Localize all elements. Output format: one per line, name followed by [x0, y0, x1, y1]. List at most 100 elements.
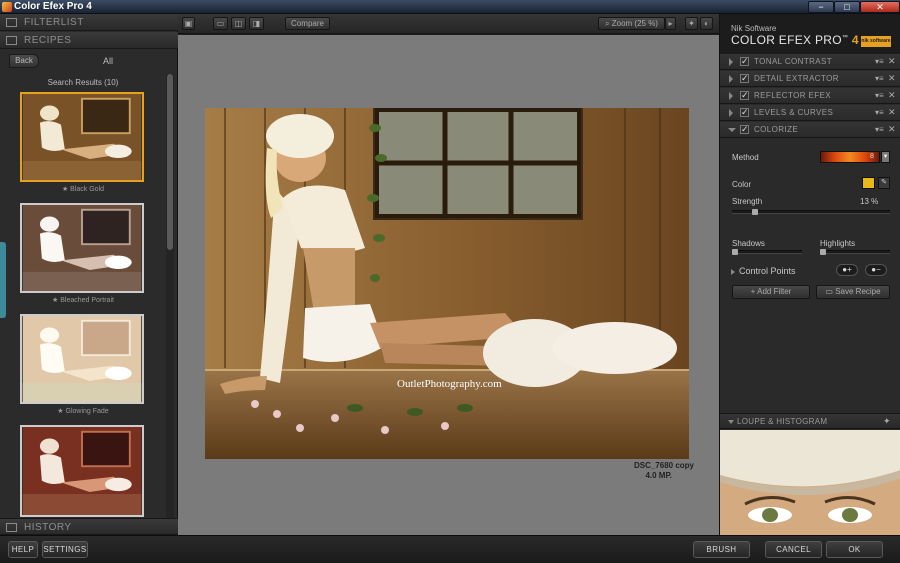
strength-number: 13 — [860, 197, 869, 206]
zoom-dropdown-icon[interactable]: ▸ — [665, 17, 676, 30]
save-recipe-button[interactable]: ▭ Save Recipe — [816, 285, 890, 299]
strength-slider[interactable] — [732, 209, 890, 215]
filter-enable-checkbox[interactable]: ✓ — [740, 108, 749, 117]
help-button[interactable]: HELP — [8, 541, 38, 558]
filter-row-detail-extractor[interactable]: ✓ DETAIL EXTRACTOR ▾≡ ✕ — [720, 71, 900, 87]
compare-button[interactable]: Compare — [285, 17, 330, 30]
collapse-arrow-icon[interactable] — [728, 420, 734, 424]
recipe-thumbnail-black-gold[interactable] — [20, 92, 144, 182]
filter-name: REFLECTOR EFEX — [754, 91, 832, 100]
add-filter-button[interactable]: + Add Filter — [732, 285, 810, 299]
maximize-button[interactable]: □ — [834, 1, 860, 13]
method-value: 8 — [870, 153, 874, 160]
recipes-icon — [6, 36, 17, 45]
recipe-thumbnail-bleached-portrait[interactable] — [20, 203, 144, 293]
remove-filter-icon[interactable]: ✕ — [888, 124, 896, 135]
remove-control-point-button[interactable]: ●− — [865, 264, 887, 276]
recipe-thumbnail-glowing-fade[interactable] — [20, 314, 144, 404]
close-window-button[interactable]: ✕ — [860, 1, 900, 13]
loupe-histogram-header[interactable]: LOUPE & HISTOGRAM ✦ — [720, 413, 900, 429]
minimize-button[interactable]: − — [808, 1, 834, 13]
filter-name: LEVELS & CURVES — [754, 108, 834, 117]
loupe-tool-icon[interactable]: ✦ — [685, 17, 698, 30]
magnifier-icon: ⌕ — [605, 19, 612, 28]
filter-name: TONAL CONTRAST — [754, 57, 833, 66]
filter-row-tonal-contrast[interactable]: ✓ TONAL CONTRAST ▾≡ ✕ — [720, 54, 900, 70]
back-button[interactable]: Back — [9, 54, 39, 68]
right-panel: Nik Software COLOR EFEX PRO™ 4 nik softw… — [719, 14, 900, 535]
shadows-slider[interactable] — [732, 249, 802, 255]
method-label: Method — [732, 153, 759, 162]
photo-scene: OutletPhotography.com — [205, 108, 689, 459]
eyedropper-icon[interactable]: ✎ — [878, 177, 890, 189]
filter-enable-checkbox[interactable]: ✓ — [740, 57, 749, 66]
recipe-preview-image — [22, 94, 142, 180]
filter-menu-icon[interactable]: ▾≡ — [875, 57, 884, 66]
filter-row-colorize[interactable]: ✓ COLORIZE ▾≡ ✕ — [720, 122, 900, 138]
color-swatch[interactable] — [862, 177, 875, 189]
strength-slider-knob[interactable] — [752, 209, 758, 215]
remove-filter-icon[interactable]: ✕ — [888, 73, 896, 84]
remove-filter-icon[interactable]: ✕ — [888, 90, 896, 101]
scrollbar-thumb[interactable] — [167, 74, 173, 250]
save-icon: ▭ — [825, 287, 836, 296]
recipes-header[interactable]: RECIPES — [0, 32, 178, 49]
expand-arrow-icon[interactable] — [729, 75, 733, 83]
pin-icon[interactable]: ✦ — [883, 416, 891, 427]
left-panel: FILTERLIST RECIPES Back All Search Resul… — [0, 14, 178, 535]
remove-filter-icon[interactable]: ✕ — [888, 56, 896, 67]
filter-menu-icon[interactable]: ▾≡ — [875, 74, 884, 83]
recipe-preview-image — [22, 205, 142, 291]
ok-button[interactable]: OK — [826, 541, 883, 558]
filter-enable-checkbox[interactable]: ✓ — [740, 91, 749, 100]
method-dropdown-icon[interactable]: ▼ — [881, 151, 890, 163]
filterlist-header[interactable]: FILTERLIST — [0, 14, 178, 31]
background-color-icon[interactable]: ◐ — [700, 17, 713, 30]
filter-menu-icon[interactable]: ▾≡ — [875, 125, 884, 134]
watermark-text: OutletPhotography.com — [397, 378, 502, 390]
image-canvas[interactable]: OutletPhotography.com DSC_7680 copy 4.0 … — [178, 35, 719, 535]
remove-filter-icon[interactable]: ✕ — [888, 107, 896, 118]
zoom-button[interactable]: ⌕ Zoom (25 %) — [598, 17, 665, 30]
side-by-side-view-icon[interactable]: ◨ — [249, 17, 264, 30]
control-points-label: Control Points — [739, 266, 796, 276]
brand-header: Nik Software COLOR EFEX PRO™ 4 nik softw… — [720, 14, 900, 54]
color-label: Color — [732, 180, 752, 189]
filterlist-icon — [6, 18, 17, 27]
search-results-count: Search Results (10) — [47, 78, 119, 87]
category-label: All — [102, 56, 113, 66]
expand-arrow-icon[interactable] — [729, 58, 733, 66]
filter-row-reflector-efex[interactable]: ✓ REFLECTOR EFEX ▾≡ ✕ — [720, 88, 900, 104]
add-filter-label: Add Filter — [757, 287, 792, 296]
filter-row-levels-curves[interactable]: ✓ LEVELS & CURVES ▾≡ ✕ — [720, 105, 900, 121]
panel-collapse-tab[interactable] — [0, 242, 6, 318]
zoom-label: Zoom (25 %) — [611, 19, 658, 28]
vendor-name: Nik Software — [731, 24, 777, 33]
recipe-thumbnail-4[interactable] — [20, 425, 144, 517]
trademark-mark: ™ — [841, 35, 849, 41]
split-view-icon[interactable]: ◫ — [231, 17, 246, 30]
settings-button[interactable]: SETTINGS — [42, 541, 88, 558]
filter-name: DETAIL EXTRACTOR — [754, 74, 839, 83]
collapse-arrow-icon[interactable] — [728, 128, 736, 132]
history-header[interactable]: HISTORY — [0, 518, 178, 535]
browser-toggle-icon[interactable]: ▣ — [182, 17, 195, 30]
cancel-button[interactable]: CANCEL — [765, 541, 822, 558]
highlights-slider[interactable] — [820, 249, 890, 255]
preview-photo: OutletPhotography.com — [205, 108, 689, 459]
window-title: Color Efex Pro 4 — [14, 1, 92, 12]
control-points-expand-icon[interactable] — [731, 269, 735, 275]
brush-button[interactable]: BRUSH — [693, 541, 750, 558]
shadows-slider-knob[interactable] — [732, 249, 738, 255]
recipes-scrollbar[interactable] — [166, 74, 174, 524]
expand-arrow-icon[interactable] — [729, 109, 733, 117]
filter-menu-icon[interactable]: ▾≡ — [875, 91, 884, 100]
highlights-slider-knob[interactable] — [820, 249, 826, 255]
recipe-name: ★ Glowing Fade — [57, 408, 109, 415]
filter-enable-checkbox[interactable]: ✓ — [740, 125, 749, 134]
expand-arrow-icon[interactable] — [729, 92, 733, 100]
add-control-point-button[interactable]: ●+ — [836, 264, 858, 276]
filter-menu-icon[interactable]: ▾≡ — [875, 108, 884, 117]
filter-enable-checkbox[interactable]: ✓ — [740, 74, 749, 83]
single-view-icon[interactable]: ▭ — [213, 17, 228, 30]
